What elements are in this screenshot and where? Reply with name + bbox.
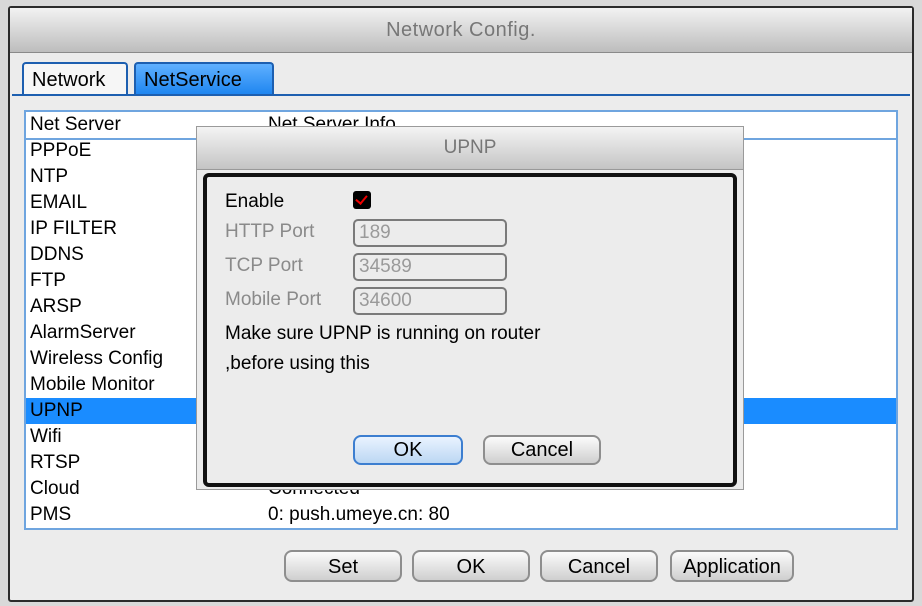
mobile-port-input[interactable] xyxy=(353,287,507,315)
application-button[interactable]: Application xyxy=(670,550,794,582)
upnp-note-line2: ,before using this xyxy=(225,353,370,374)
upnp-dialog: UPNP Enable HTTP Port TCP Port Mobile Po… xyxy=(196,126,744,490)
service-name: Wifi xyxy=(30,426,62,447)
service-name: FTP xyxy=(30,270,66,291)
service-name: AlarmServer xyxy=(30,322,136,343)
tab-netservice[interactable]: NetService xyxy=(134,62,274,94)
header-net-server: Net Server xyxy=(30,114,121,135)
set-button[interactable]: Set xyxy=(284,550,402,582)
window-title: Network Config. xyxy=(10,8,912,53)
tcp-port-label: TCP Port xyxy=(225,255,303,276)
enable-label: Enable xyxy=(225,191,285,212)
service-name: PPPoE xyxy=(30,140,92,161)
http-port-input[interactable] xyxy=(353,219,507,247)
service-name: NTP xyxy=(30,166,68,187)
bottom-button-bar: Set OK Cancel Application xyxy=(0,550,922,590)
service-name: ARSP xyxy=(30,296,82,317)
service-name: DDNS xyxy=(30,244,84,265)
tab-network[interactable]: Network xyxy=(22,62,128,94)
service-name: RTSP xyxy=(30,452,81,473)
list-item[interactable]: PMS 0: push.umeye.cn: 80 xyxy=(26,502,896,528)
service-name: EMAIL xyxy=(30,192,88,213)
cancel-button[interactable]: Cancel xyxy=(540,550,658,582)
dialog-ok-button[interactable]: OK xyxy=(353,435,463,465)
dialog-body: Enable HTTP Port TCP Port Mobile Port Ma… xyxy=(203,173,737,487)
tcp-port-input[interactable] xyxy=(353,253,507,281)
ok-button[interactable]: OK xyxy=(412,550,530,582)
http-port-label: HTTP Port xyxy=(225,221,315,242)
service-name: Mobile Monitor xyxy=(30,374,155,395)
enable-checkbox[interactable] xyxy=(353,191,371,209)
mobile-port-label: Mobile Port xyxy=(225,289,322,310)
service-name: Cloud xyxy=(30,478,80,499)
service-name: PMS xyxy=(30,504,72,525)
dialog-cancel-button[interactable]: Cancel xyxy=(483,435,601,465)
service-name: IP FILTER xyxy=(30,218,117,239)
service-info: 0: push.umeye.cn: 80 xyxy=(268,504,450,525)
dialog-title: UPNP xyxy=(197,127,743,170)
service-name: Wireless Config xyxy=(30,348,164,369)
service-name: UPNP xyxy=(30,400,83,421)
upnp-note-line1: Make sure UPNP is running on router xyxy=(225,323,541,344)
